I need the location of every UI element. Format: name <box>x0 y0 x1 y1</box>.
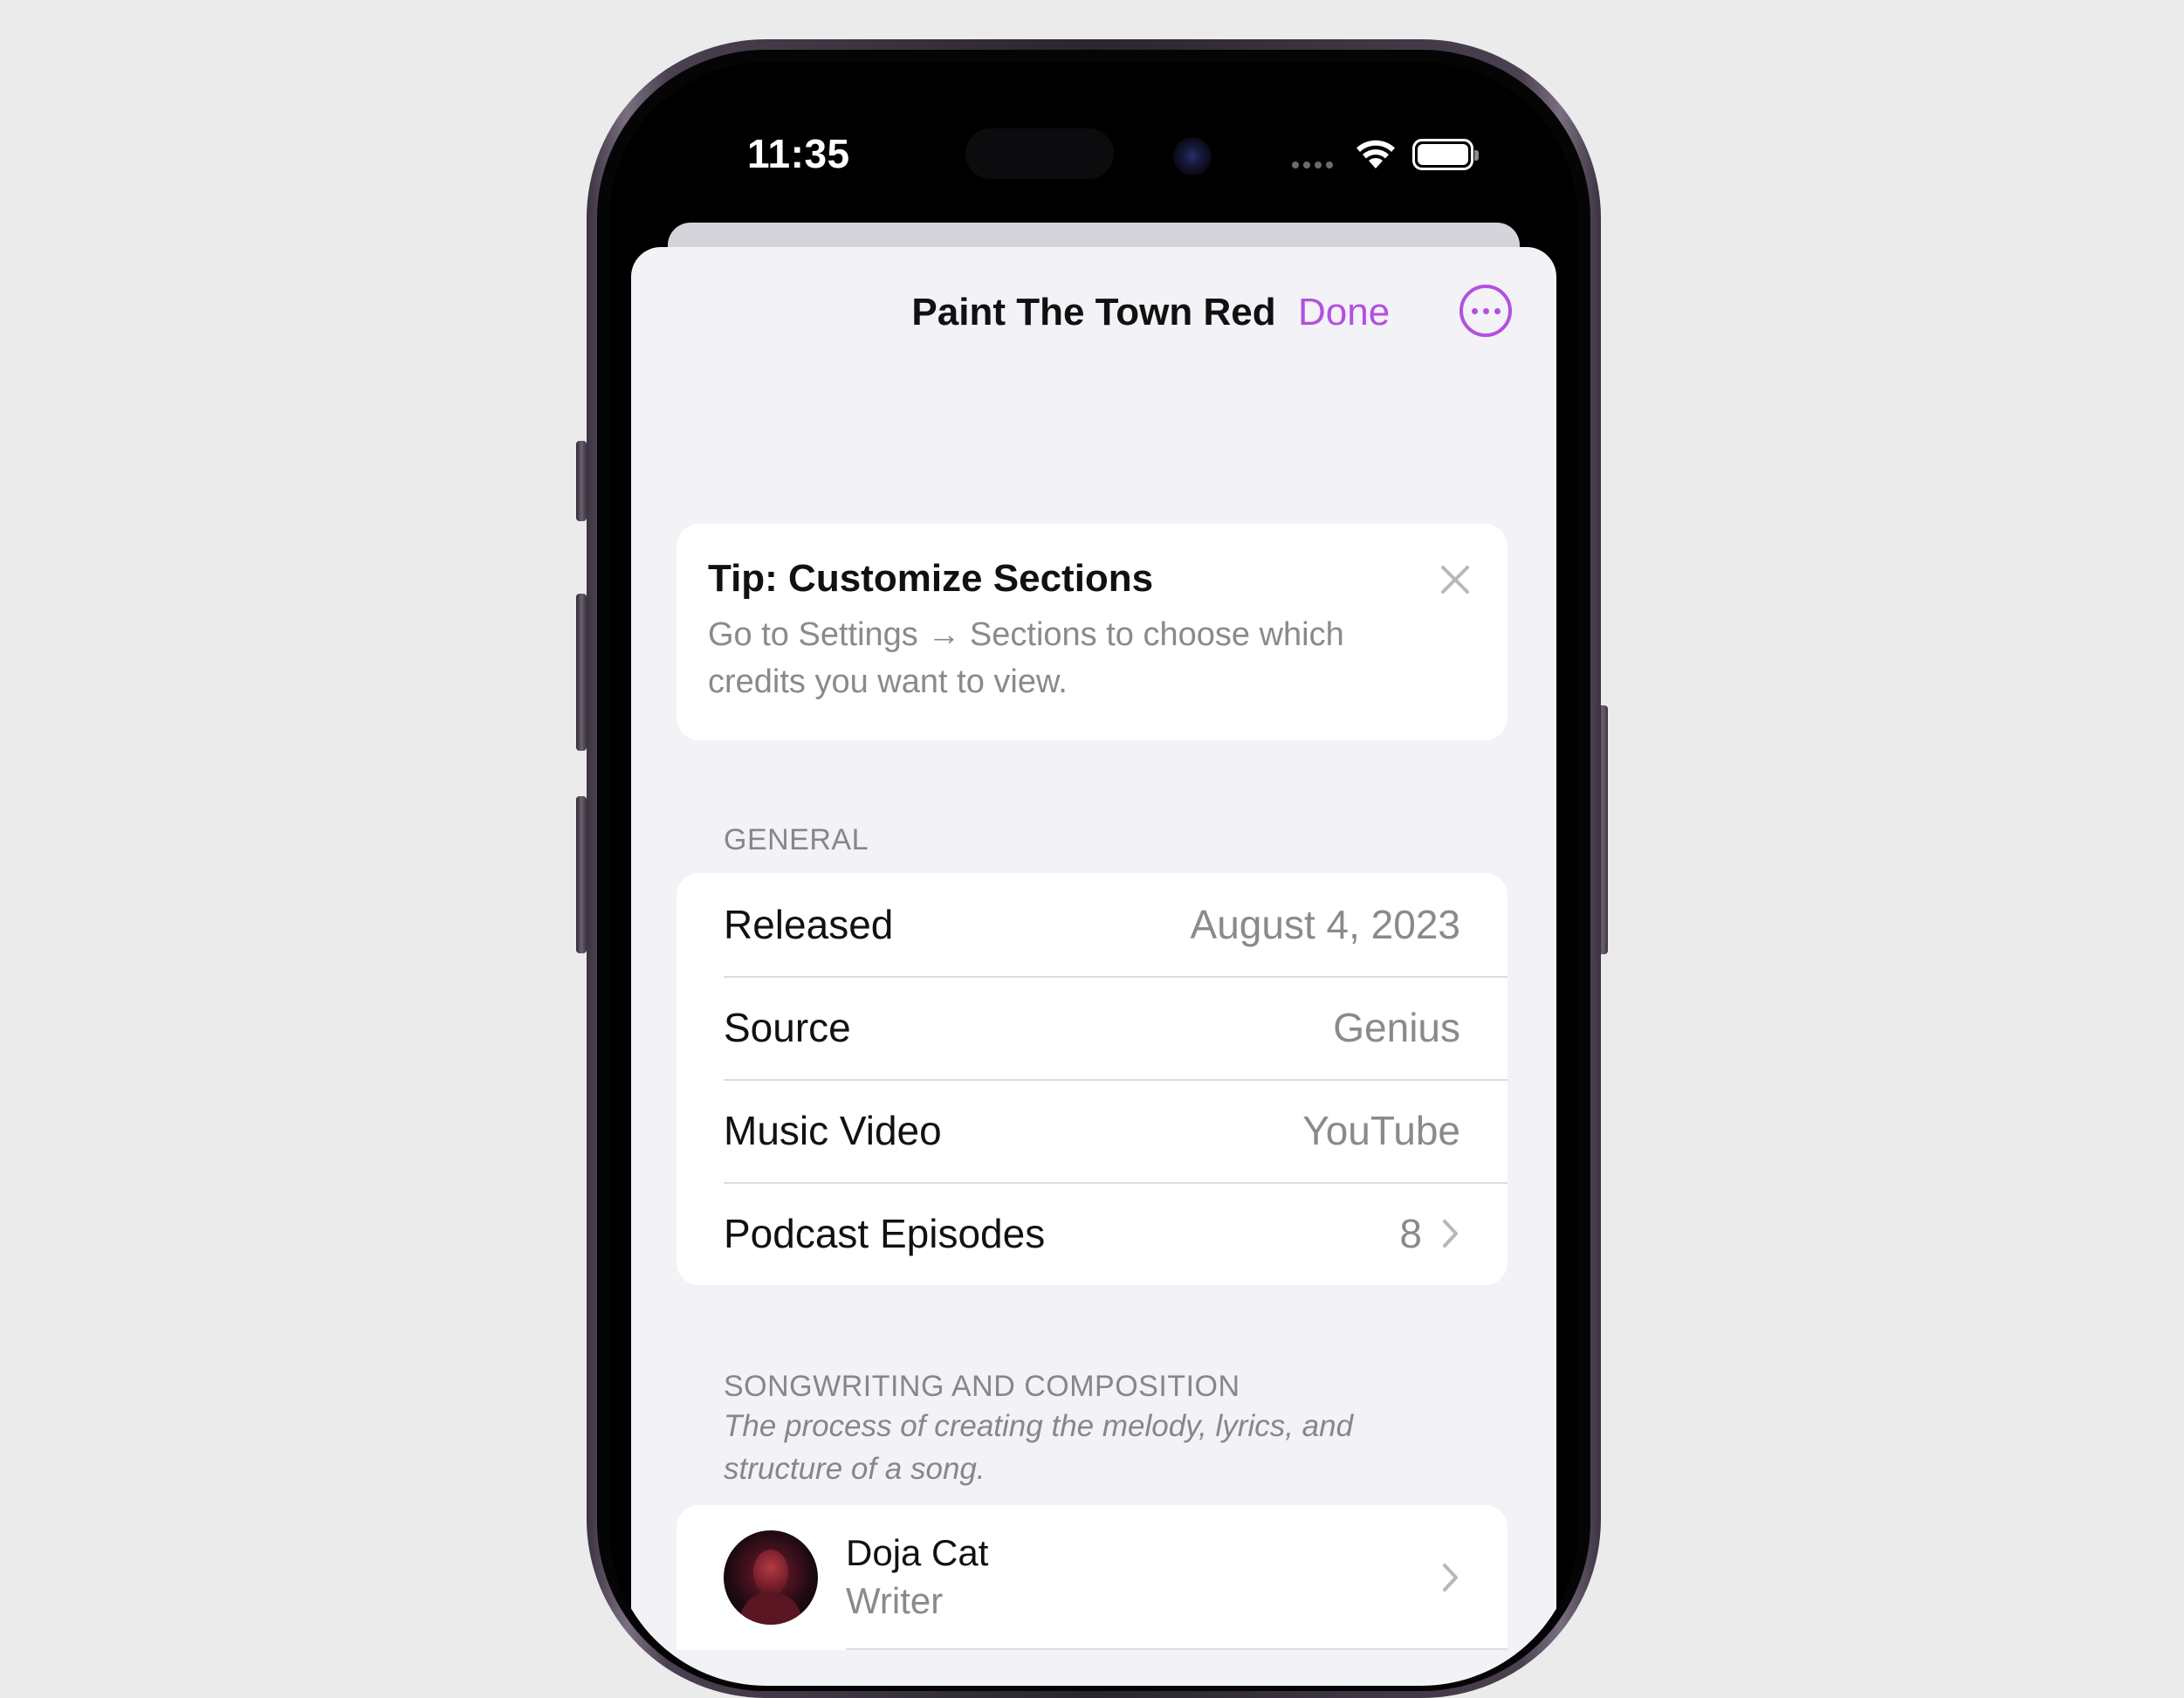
person-row[interactable]: Doja Cat Writer <box>676 1505 1508 1650</box>
tip-card: Tip: Customize Sections Go to Settings →… <box>676 524 1508 740</box>
front-camera-icon <box>1173 137 1212 175</box>
songwriting-list: Doja Cat Writer <box>676 1505 1508 1650</box>
battery-icon <box>1412 139 1479 170</box>
avatar <box>724 1530 818 1625</box>
volume-down-button[interactable] <box>576 796 587 953</box>
volume-up-button[interactable] <box>576 594 587 751</box>
page-title: Paint The Town Red <box>911 291 1276 333</box>
done-button[interactable]: Done <box>1298 291 1390 334</box>
section-description: The process of creating the melody, lyri… <box>724 1409 1354 1486</box>
action-button[interactable] <box>576 441 587 521</box>
row-label: Podcast Episodes <box>724 1211 1046 1256</box>
row-label: Source <box>724 1005 851 1050</box>
row-value: 8 <box>1399 1211 1422 1256</box>
phone-screen: 11:35 Paint The Town Red Done Tip: Custo… <box>609 62 1578 1686</box>
section-header-songwriting: SONGWRITING AND COMPOSITION <box>724 1370 1240 1403</box>
dynamic-island-sensor <box>965 128 1114 179</box>
wifi-icon <box>1356 140 1395 168</box>
row-podcast-episodes[interactable]: Podcast Episodes 8 <box>676 1182 1508 1285</box>
row-value[interactable]: Genius <box>1333 1004 1460 1051</box>
tip-title: Tip: Customize Sections <box>708 557 1154 600</box>
row-source[interactable]: Source Genius <box>676 976 1508 1079</box>
close-icon[interactable] <box>1434 559 1476 601</box>
row-label: Music Video <box>724 1108 942 1153</box>
row-released: Released August 4, 2023 <box>676 873 1508 976</box>
row-divider <box>846 1648 1508 1650</box>
status-time: 11:35 <box>747 131 850 176</box>
person-role: Writer <box>846 1580 944 1621</box>
person-name: Doja Cat <box>846 1532 989 1573</box>
row-value: August 4, 2023 <box>1190 902 1460 947</box>
more-options-button[interactable] <box>1459 285 1512 337</box>
row-music-video[interactable]: Music Video YouTube <box>676 1079 1508 1182</box>
row-value[interactable]: YouTube <box>1302 1107 1460 1154</box>
tip-body: Go to Settings → Sections to choose whic… <box>708 616 1344 700</box>
ellipsis-dot <box>1494 307 1501 314</box>
chevron-right-icon <box>1443 1564 1458 1591</box>
person-text: Doja Cat Writer <box>846 1530 1441 1626</box>
cellular-signal-icon <box>1292 162 1333 168</box>
row-label: Released <box>724 902 894 947</box>
chevron-right-icon <box>1443 1220 1458 1248</box>
general-list: Released August 4, 2023 Source Genius Mu… <box>676 873 1508 1285</box>
ellipsis-dot <box>1482 307 1489 314</box>
section-header-general: GENERAL <box>724 823 869 856</box>
credits-sheet: Paint The Town Red Done Tip: Customize S… <box>631 247 1556 1686</box>
ellipsis-dot <box>1471 307 1478 314</box>
